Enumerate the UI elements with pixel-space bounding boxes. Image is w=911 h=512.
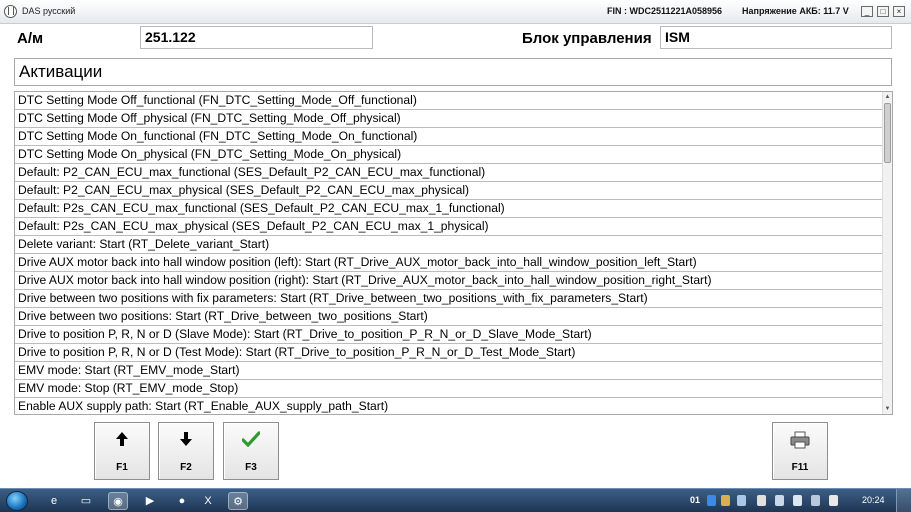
f3-label: F3 (245, 462, 257, 473)
list-item[interactable]: Drive to position P, R, N or D (Slave Mo… (15, 326, 883, 344)
list-item[interactable]: Drive AUX motor back into hall window po… (15, 272, 883, 290)
list-item[interactable]: Default: P2s_CAN_ECU_max_physical (SES_D… (15, 218, 883, 236)
fin-number: FIN : WDC2511221A058956 (607, 6, 723, 16)
list-item[interactable]: DTC Setting Mode On_physical (FN_DTC_Set… (15, 146, 883, 164)
ie-icon[interactable]: e (44, 492, 64, 510)
list-item[interactable]: Default: P2s_CAN_ECU_max_functional (SES… (15, 200, 883, 218)
checkmark-icon (224, 431, 278, 452)
list-item[interactable]: DTC Setting Mode On_functional (FN_DTC_S… (15, 128, 883, 146)
tray-network-icon[interactable] (737, 495, 746, 506)
printer-icon (773, 431, 827, 454)
tray-app-icon[interactable] (707, 495, 716, 506)
firefox-icon[interactable]: ● (172, 492, 192, 510)
tray-flag-icon[interactable] (775, 495, 784, 506)
list-item[interactable]: Default: P2_CAN_ECU_max_physical (SES_De… (15, 182, 883, 200)
list-item[interactable]: Drive to position P, R, N or D (Test Mod… (15, 344, 883, 362)
control-unit-label: Блок управления (522, 30, 652, 47)
list-item[interactable]: Enable AUX supply path: Start (RT_Enable… (15, 398, 883, 414)
f2-button[interactable]: F2 (158, 422, 214, 480)
list-item[interactable]: Default: P2_CAN_ECU_max_functional (SES_… (15, 164, 883, 182)
language-indicator[interactable]: 01 (690, 495, 700, 505)
vehicle-value: 251.122 (140, 26, 373, 49)
f11-label: F11 (791, 462, 809, 473)
control-unit-value: ISM (660, 26, 892, 49)
start-button[interactable] (6, 491, 28, 511)
scroll-up-icon[interactable]: ▲ (883, 92, 892, 102)
list-item[interactable]: Drive between two positions with fix par… (15, 290, 883, 308)
battery-voltage: Напряжение АКБ: 11.7 V (742, 6, 849, 16)
tool-icon[interactable]: ⚙ (228, 492, 248, 510)
f11-button[interactable]: F11 (772, 422, 828, 480)
close-button[interactable]: × (893, 6, 905, 17)
arrow-down-icon (159, 431, 213, 452)
xentry-icon[interactable]: X (198, 492, 218, 510)
title-bar: DAS русский FIN : WDC2511221A058956 Напр… (0, 0, 911, 24)
media-player-icon[interactable]: ▶ (140, 492, 160, 510)
list-item[interactable]: DTC Setting Mode Off_physical (FN_DTC_Se… (15, 110, 883, 128)
vehicle-label: А/м (17, 30, 44, 47)
das-app-taskbar-icon[interactable]: ◉ (108, 492, 128, 510)
taskbar: e ▭ ◉ ▶ ● X ⚙ 01 20:24 (0, 488, 911, 512)
tray-printer-icon[interactable] (757, 495, 766, 506)
app-logo-icon (4, 5, 17, 18)
folder-icon[interactable]: ▭ (76, 492, 96, 510)
list-item[interactable]: EMV mode: Start (RT_EMV_mode_Start) (15, 362, 883, 380)
list-scrollbar[interactable]: ▲ ▼ (882, 92, 892, 414)
f3-button[interactable]: F3 (223, 422, 279, 480)
tray-shield-icon[interactable] (721, 495, 730, 506)
scroll-thumb[interactable] (884, 103, 891, 163)
arrow-up-icon (95, 431, 149, 452)
maximize-button[interactable]: □ (877, 6, 889, 17)
window-title: DAS русский (22, 6, 76, 16)
minimize-button[interactable]: _ (861, 6, 873, 17)
activation-list-rows: DTC Setting Mode Off_functional (FN_DTC_… (15, 92, 892, 414)
list-item[interactable]: Drive AUX motor back into hall window po… (15, 254, 883, 272)
show-desktop-button[interactable] (896, 489, 911, 512)
list-item[interactable]: Drive between two positions: Start (RT_D… (15, 308, 883, 326)
list-item[interactable]: Delete variant: Start (RT_Delete_variant… (15, 236, 883, 254)
list-item[interactable]: DTC Setting Mode Off_functional (FN_DTC_… (15, 92, 883, 110)
f2-label: F2 (180, 462, 192, 473)
tray-volume-icon[interactable] (829, 495, 838, 506)
activation-list[interactable]: DTC Setting Mode Off_functional (FN_DTC_… (14, 91, 893, 415)
f1-button[interactable]: F1 (94, 422, 150, 480)
scroll-down-icon[interactable]: ▼ (883, 404, 892, 414)
clock[interactable]: 20:24 (862, 495, 885, 505)
section-title: Активации (14, 58, 892, 86)
tray-battery-icon[interactable] (793, 495, 802, 506)
list-item[interactable]: EMV mode: Stop (RT_EMV_mode_Stop) (15, 380, 883, 398)
f1-label: F1 (116, 462, 128, 473)
tray-display-icon[interactable] (811, 495, 820, 506)
